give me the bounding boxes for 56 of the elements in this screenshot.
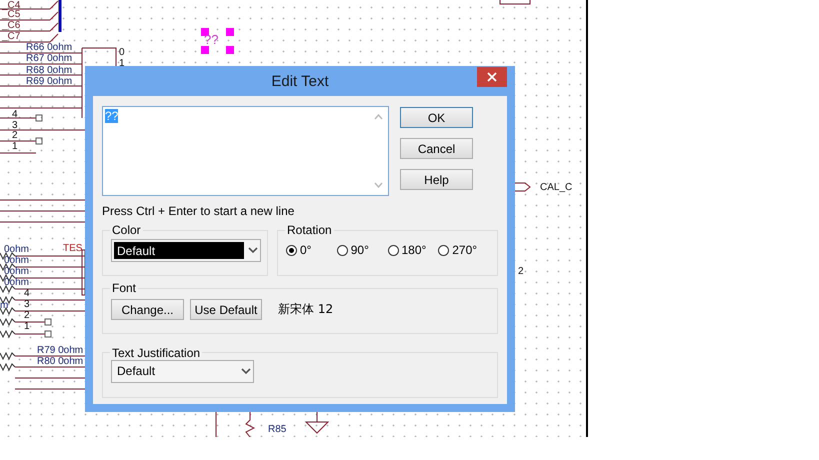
current-font: 新宋体 12	[278, 301, 334, 318]
ok-button[interactable]: OK	[400, 107, 473, 128]
close-icon	[487, 72, 497, 82]
pin-number: 3	[12, 120, 18, 131]
selected-text[interactable]: ??	[204, 33, 218, 47]
net-label: TES	[63, 243, 82, 254]
pin-number: 4	[24, 288, 30, 299]
justification-dropdown[interactable]: Default	[111, 360, 254, 382]
pin-number: 1	[24, 321, 30, 332]
net-label: _C7	[2, 31, 20, 42]
rotation-radio[interactable]: 180°	[388, 243, 438, 257]
window-title: Edit Text	[271, 72, 329, 90]
part-label: R69 0ohm	[26, 76, 72, 87]
part-label: R68 0ohm	[26, 65, 72, 76]
pin-number: 2	[12, 130, 18, 141]
scroll-down-icon[interactable]	[374, 182, 383, 188]
help-button[interactable]: Help	[400, 169, 473, 190]
pin-number: 4	[12, 109, 18, 120]
rotation-radio[interactable]: 270°	[438, 243, 489, 257]
selection-handle[interactable]	[226, 28, 234, 36]
change-font-button[interactable]: Change...	[111, 299, 184, 320]
part-label: R66 0ohm	[26, 42, 72, 53]
selection-handle[interactable]	[226, 46, 234, 54]
pin-number: 0	[119, 47, 125, 58]
pin-number: 1	[12, 141, 18, 152]
port-label: CAL_C	[540, 182, 572, 193]
part-label: R80 0ohm	[37, 356, 84, 367]
group-label: Text Justification	[111, 346, 202, 360]
group-label: Rotation	[286, 223, 333, 237]
rotation-radio[interactable]: 90°	[336, 243, 388, 257]
hint-text: Press Ctrl + Enter to start a new line	[102, 204, 296, 218]
part-label: 0ohm	[4, 244, 30, 255]
net-label: _C5	[2, 9, 20, 20]
part-label: 0ohm	[4, 266, 30, 277]
selection-handle[interactable]	[201, 46, 209, 54]
cancel-button[interactable]: Cancel	[400, 138, 473, 159]
net-label: _C6	[2, 20, 20, 31]
pin-number: 1	[119, 58, 125, 69]
part-label: R85	[268, 424, 286, 435]
scroll-up-icon[interactable]	[374, 114, 383, 120]
net-label: _C4	[2, 0, 20, 11]
part-label: R67 0ohm	[26, 53, 72, 64]
group-label: Color	[111, 223, 142, 237]
group-label: Font	[111, 281, 138, 295]
rotation-radio[interactable]: 0°	[286, 243, 337, 257]
pin-number: 3	[24, 299, 30, 310]
close-button[interactable]	[477, 67, 507, 87]
pin-number: 2	[24, 310, 30, 321]
pin-number: 2	[518, 266, 524, 277]
part-label: 0ohm	[4, 255, 30, 266]
selection-handle[interactable]	[201, 28, 209, 36]
use-default-button[interactable]: Use Default	[190, 299, 262, 320]
part-label: 0ohm	[4, 277, 30, 288]
color-dropdown[interactable]: Default	[111, 239, 261, 262]
part-label: R79 0ohm	[37, 345, 84, 356]
part-label: m	[0, 300, 8, 311]
